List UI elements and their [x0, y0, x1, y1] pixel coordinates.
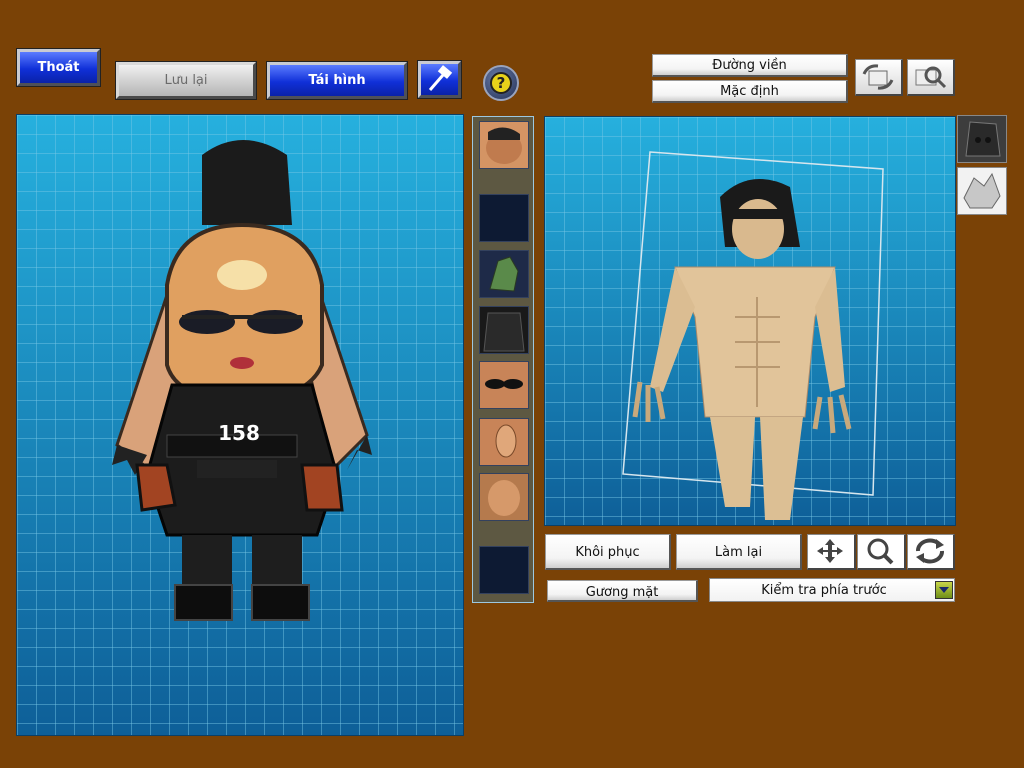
part-slot-sunglasses[interactable]: [479, 361, 529, 409]
head-part-icon: [488, 480, 520, 516]
swap-view-button[interactable]: [855, 59, 903, 96]
default-button[interactable]: Mặc định: [652, 80, 848, 103]
part-slot-face[interactable]: [479, 121, 529, 169]
save-button[interactable]: Lưu lại: [116, 62, 256, 99]
skull-icon: [963, 172, 1001, 209]
help-button[interactable]: ?: [483, 65, 519, 101]
chibi-character-model: 158: [112, 140, 372, 621]
zoom-view-button[interactable]: [907, 59, 955, 96]
view-select-value: Kiểm tra phía trước: [761, 583, 887, 598]
tool-button[interactable]: [418, 61, 461, 98]
rotate-box-icon: [862, 64, 894, 90]
redo-button[interactable]: Làm lại: [676, 534, 802, 570]
magnifier-box-icon: [915, 66, 947, 89]
rotate-button[interactable]: [907, 534, 955, 570]
part-slot-empty-2[interactable]: [479, 546, 529, 594]
part-slot-ear[interactable]: [479, 418, 529, 466]
part-slot-creature[interactable]: [479, 250, 529, 298]
side-part-slot-2[interactable]: [957, 167, 1007, 215]
move-button[interactable]: [807, 534, 856, 570]
rotate-icon: [916, 538, 944, 564]
view-select[interactable]: Kiểm tra phía trước: [709, 578, 955, 602]
face-part-icon: [486, 127, 522, 164]
jersey-number: 158: [218, 421, 260, 445]
creature-part-icon: [489, 256, 519, 292]
model-viewport: [544, 116, 956, 526]
ear-part-icon: [495, 424, 517, 458]
svg-text:?: ?: [497, 74, 506, 92]
character-preview-panel: 158: [16, 114, 464, 736]
face-button[interactable]: Gương mặt: [547, 580, 698, 602]
regenerate-button[interactable]: Tái hình: [267, 62, 407, 99]
side-part-slot-1[interactable]: [957, 115, 1007, 163]
outline-button[interactable]: Đường viền: [652, 54, 848, 77]
part-slot-empty-1[interactable]: [479, 194, 529, 242]
restore-button[interactable]: Khôi phục: [545, 534, 671, 570]
magnifier-icon: [867, 538, 894, 565]
hammer-icon: [428, 65, 453, 91]
question-icon: ?: [490, 72, 512, 94]
mask-icon: [965, 121, 1001, 157]
vest-part-icon: [483, 312, 525, 352]
chevron-down-icon[interactable]: [935, 581, 953, 599]
parts-column: [472, 116, 534, 603]
body-model: [622, 151, 884, 520]
sunglasses-part-icon: [485, 379, 523, 389]
zoom-button[interactable]: [857, 534, 906, 570]
exit-button[interactable]: Thoát: [17, 49, 100, 86]
move-arrows-icon: [817, 539, 843, 563]
part-slot-head[interactable]: [479, 473, 529, 521]
part-slot-vest[interactable]: [479, 306, 529, 354]
